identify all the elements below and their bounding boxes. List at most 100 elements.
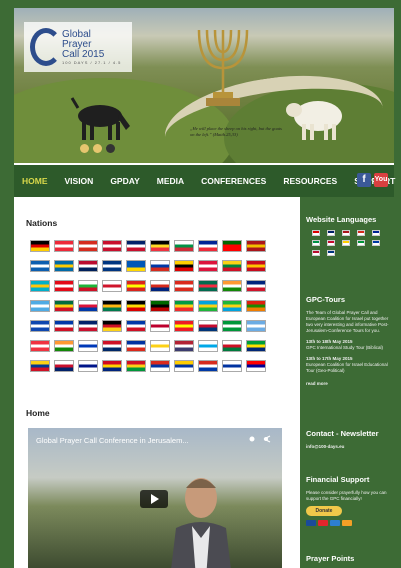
nav-home[interactable]: HOME	[22, 176, 48, 186]
nation-flag-icon[interactable]	[150, 240, 170, 252]
nation-flag-icon[interactable]	[30, 320, 50, 332]
nation-flag-icon[interactable]	[198, 360, 218, 372]
nation-flag-icon[interactable]	[150, 260, 170, 272]
nation-flag-icon[interactable]	[222, 320, 242, 332]
language-flag-icon[interactable]	[312, 240, 320, 246]
nav-conferences[interactable]: CONFERENCES	[201, 176, 266, 186]
language-flag-icon[interactable]	[327, 230, 335, 236]
nation-flag-icon[interactable]	[54, 240, 74, 252]
nation-flag-icon[interactable]	[198, 320, 218, 332]
nation-flag-icon[interactable]	[222, 280, 242, 292]
nav-gpday[interactable]: GPDAY	[110, 176, 139, 186]
slider-dot-3[interactable]	[106, 144, 115, 153]
nation-flag-icon[interactable]	[246, 260, 266, 272]
nav-vision[interactable]: VISION	[65, 176, 94, 186]
nation-flag-icon[interactable]	[174, 340, 194, 352]
nation-flag-icon[interactable]	[30, 280, 50, 292]
nation-flag-icon[interactable]	[102, 300, 122, 312]
nation-flag-icon[interactable]	[246, 240, 266, 252]
nation-flag-icon[interactable]	[78, 260, 98, 272]
nation-flag-icon[interactable]	[30, 340, 50, 352]
nation-flag-icon[interactable]	[54, 360, 74, 372]
language-flag-icon[interactable]	[327, 250, 335, 256]
nation-flag-icon[interactable]	[126, 300, 146, 312]
language-flag-icon[interactable]	[327, 240, 335, 246]
language-flag-icon[interactable]	[357, 230, 365, 236]
nation-flag-icon[interactable]	[174, 300, 194, 312]
nation-flag-icon[interactable]	[54, 280, 74, 292]
nation-flag-icon[interactable]	[174, 360, 194, 372]
nation-flag-icon[interactable]	[198, 300, 218, 312]
nation-flag-icon[interactable]	[198, 280, 218, 292]
nation-flag-icon[interactable]	[150, 300, 170, 312]
nation-flag-icon[interactable]	[222, 340, 242, 352]
slider-dot-1[interactable]	[80, 144, 89, 153]
nation-flag-icon[interactable]	[126, 280, 146, 292]
nation-flag-icon[interactable]	[222, 260, 242, 272]
video-play-button[interactable]	[140, 490, 168, 508]
nation-flag-icon[interactable]	[102, 280, 122, 292]
nation-flag-icon[interactable]	[126, 260, 146, 272]
language-flag-icon[interactable]	[342, 230, 350, 236]
site-logo[interactable]: Global Prayer Call 2015 100 DAYS / 27.1 …	[24, 22, 132, 72]
nation-flag-icon[interactable]	[174, 280, 194, 292]
nation-flag-icon[interactable]	[222, 240, 242, 252]
nation-flag-icon[interactable]	[126, 360, 146, 372]
nation-flag-icon[interactable]	[102, 320, 122, 332]
nation-flag-icon[interactable]	[174, 240, 194, 252]
nation-flag-icon[interactable]	[150, 360, 170, 372]
nation-flag-icon[interactable]	[78, 300, 98, 312]
nation-flag-icon[interactable]	[30, 300, 50, 312]
nation-flag-icon[interactable]	[198, 260, 218, 272]
nation-flag-icon[interactable]	[246, 320, 266, 332]
nav-media[interactable]: MEDIA	[157, 176, 184, 186]
nation-flag-icon[interactable]	[126, 320, 146, 332]
youtube-icon[interactable]: You	[374, 173, 388, 187]
facebook-icon[interactable]: f	[357, 173, 371, 187]
donate-button[interactable]: Donate	[306, 506, 342, 516]
language-flag-icon[interactable]	[312, 250, 320, 256]
nation-flag-icon[interactable]	[78, 320, 98, 332]
read-more-link[interactable]: read more	[306, 381, 390, 387]
nation-flag-icon[interactable]	[54, 340, 74, 352]
nation-flag-icon[interactable]	[78, 340, 98, 352]
nation-flag-icon[interactable]	[54, 260, 74, 272]
nation-flag-icon[interactable]	[150, 340, 170, 352]
nation-flag-icon[interactable]	[174, 260, 194, 272]
nation-flag-icon[interactable]	[150, 320, 170, 332]
contact-email[interactable]: info@100-days.eu	[306, 444, 390, 450]
nation-flag-icon[interactable]	[102, 240, 122, 252]
nation-flag-icon[interactable]	[222, 360, 242, 372]
language-flag-icon[interactable]	[372, 230, 380, 236]
nation-flag-icon[interactable]	[102, 360, 122, 372]
video-player[interactable]: Global Prayer Call Conference in Jerusal…	[28, 428, 282, 568]
nation-flag-icon[interactable]	[126, 240, 146, 252]
nation-flag-icon[interactable]	[54, 300, 74, 312]
language-flag-icon[interactable]	[342, 240, 350, 246]
nation-flag-icon[interactable]	[102, 340, 122, 352]
nation-flag-icon[interactable]	[198, 340, 218, 352]
nation-flag-icon[interactable]	[102, 260, 122, 272]
nation-flag-icon[interactable]	[78, 240, 98, 252]
language-flag-icon[interactable]	[312, 230, 320, 236]
nation-flag-icon[interactable]	[198, 240, 218, 252]
nation-flag-icon[interactable]	[174, 320, 194, 332]
nation-flag-icon[interactable]	[150, 280, 170, 292]
nation-flag-icon[interactable]	[246, 360, 266, 372]
slider-dot-2[interactable]	[93, 144, 102, 153]
nation-flag-icon[interactable]	[30, 240, 50, 252]
nav-resources[interactable]: RESOURCES	[283, 176, 337, 186]
nation-flag-icon[interactable]	[54, 320, 74, 332]
nation-flag-icon[interactable]	[30, 260, 50, 272]
nation-flag-icon[interactable]	[78, 280, 98, 292]
nation-flag-icon[interactable]	[30, 360, 50, 372]
nation-flag-icon[interactable]	[246, 280, 266, 292]
nation-flag-icon[interactable]	[78, 360, 98, 372]
language-flag-icon[interactable]	[357, 240, 365, 246]
share-icon[interactable]	[248, 434, 274, 444]
nation-flag-icon[interactable]	[222, 300, 242, 312]
nation-flag-icon[interactable]	[246, 340, 266, 352]
nation-flag-icon[interactable]	[126, 340, 146, 352]
nation-flag-icon[interactable]	[246, 300, 266, 312]
language-flag-icon[interactable]	[372, 240, 380, 246]
